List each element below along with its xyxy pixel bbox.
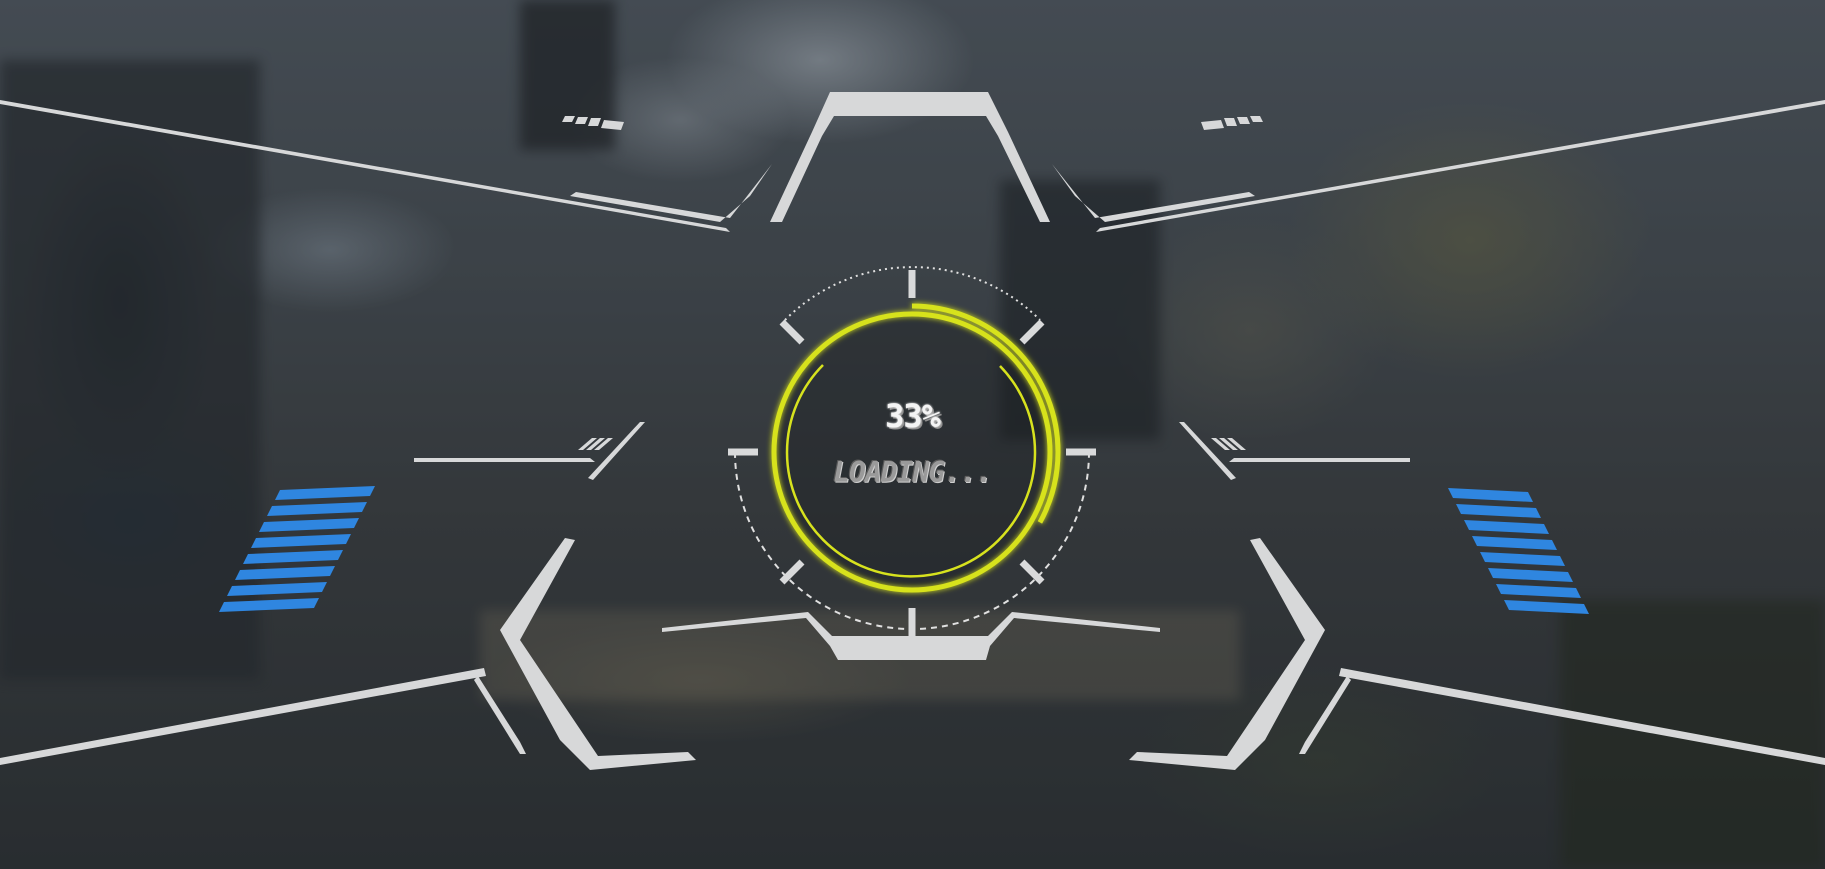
bottom-left-long-line [0, 668, 486, 765]
stripe-icon [1496, 584, 1581, 598]
stripe-icon [259, 518, 359, 532]
mid-right-chevrons [1211, 438, 1246, 450]
tick-bottom-left [779, 559, 805, 585]
stripe-icon [1464, 520, 1549, 534]
dash-top-right [1201, 116, 1263, 130]
bottom-left-bracket [500, 538, 696, 770]
stripe-icon [1472, 536, 1557, 550]
stripe-icon [235, 566, 335, 580]
stripe-icon [227, 582, 327, 596]
dash-top-left [562, 116, 624, 130]
stripe-icon [1448, 488, 1533, 502]
tick-top-left [779, 319, 805, 345]
stripes-right [1448, 488, 1589, 614]
stripe-icon [1488, 568, 1573, 582]
bottom-right-wing [1299, 676, 1351, 754]
bottom-right-long-line [1339, 668, 1825, 765]
bottom-left-wing [474, 676, 526, 754]
top-right-long-line [1096, 100, 1825, 232]
top-bracket [770, 92, 1050, 222]
stripe-icon [1504, 600, 1589, 614]
top-left-long-line [0, 100, 730, 232]
stripes-left [219, 486, 375, 612]
loading-percent: 33% [885, 397, 941, 435]
stripe-icon [243, 550, 343, 564]
stripe-icon [251, 534, 351, 548]
stripe-icon [1480, 552, 1565, 566]
stripe-icon [267, 502, 367, 516]
stripe-icon [1456, 504, 1541, 518]
tick-bottom-right [1019, 559, 1045, 585]
bottom-right-bracket [1129, 538, 1325, 770]
tick-top-right [1019, 319, 1045, 345]
top-left-bar [570, 164, 772, 222]
loading-status-text: LOADING... [833, 456, 993, 489]
stripe-icon [219, 598, 319, 612]
mid-left-chevrons [578, 438, 613, 450]
top-right-bar [1052, 164, 1255, 222]
